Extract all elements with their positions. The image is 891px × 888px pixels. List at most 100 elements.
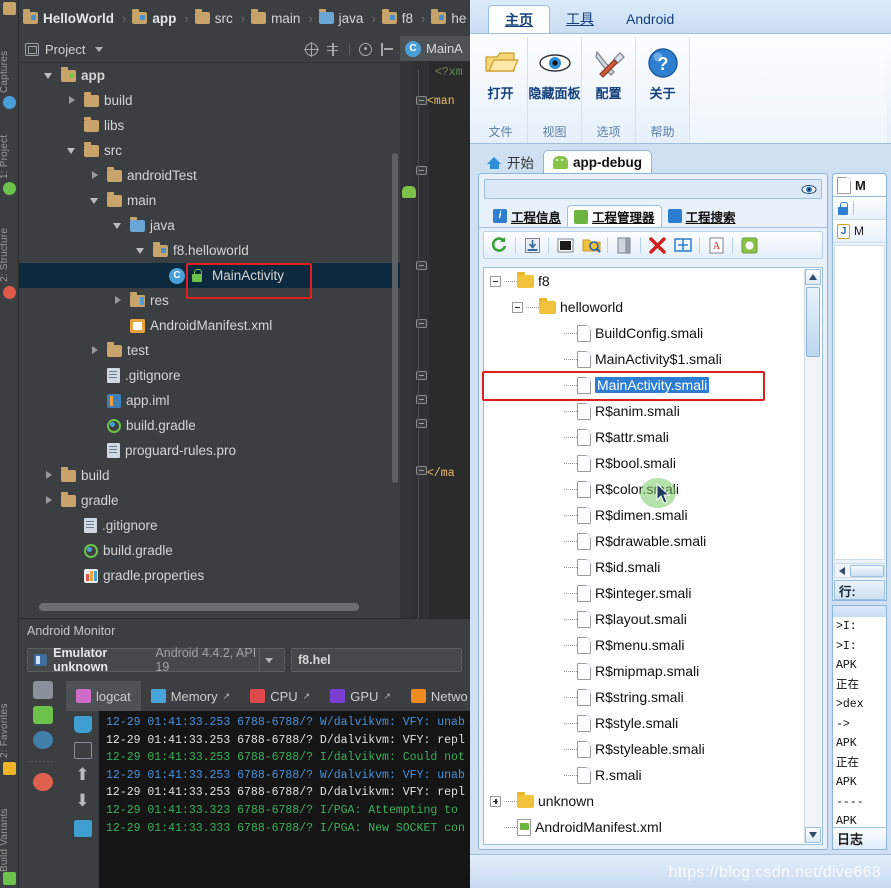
terminate-icon[interactable]: [32, 773, 53, 791]
tree-row-main[interactable]: main: [19, 188, 400, 213]
chevron-down-icon[interactable]: [44, 70, 55, 81]
tree-row-build[interactable]: build: [19, 88, 400, 113]
tree-row-androidmanifest[interactable]: AndroidManifest.xml: [19, 313, 400, 338]
find-folder-icon[interactable]: [580, 235, 602, 256]
chevron-down-icon[interactable]: [90, 195, 101, 206]
breadcrumb-item-src[interactable]: src ›: [194, 9, 251, 26]
ribbon-button-config[interactable]: 配置 选项: [582, 37, 636, 143]
tree-row-res[interactable]: res: [19, 288, 400, 313]
logcat-output[interactable]: 12-29 01:41:33.253 6788-6788/? W/dalvikv…: [99, 711, 470, 888]
rail-item-favorites[interactable]: 2: Favorites: [0, 686, 18, 758]
layout-inspector-icon[interactable]: [32, 731, 53, 749]
target-icon[interactable]: [304, 41, 319, 57]
tree-row-build-gradle-root[interactable]: build.gradle: [19, 538, 400, 563]
tree-row-f8-helloworld[interactable]: f8.helloworld: [19, 238, 400, 263]
detach-icon[interactable]: ↗: [303, 691, 311, 702]
collapse-expander-icon[interactable]: [490, 275, 501, 287]
tab-gpu[interactable]: GPU ↗: [320, 681, 401, 711]
tree-node-r-layout[interactable]: R$layout.smali: [484, 606, 822, 632]
tree-node-r-anim[interactable]: R$anim.smali: [484, 398, 822, 424]
chevron-right-icon[interactable]: [113, 295, 124, 306]
breadcrumb-item-helloworld-pkg[interactable]: he: [431, 9, 466, 26]
tree-row-app[interactable]: app: [19, 63, 400, 88]
project-tree[interactable]: app build libs src androidTest main java…: [19, 63, 400, 615]
lock-icon[interactable]: [837, 201, 849, 215]
text-file-icon[interactable]: A: [705, 235, 727, 256]
tree-node-r[interactable]: R.smali: [484, 762, 822, 788]
smali-file-tree[interactable]: f8 helloworld BuildConfig.smali MainActi…: [483, 267, 823, 845]
tree-node-unknown[interactable]: unknown: [484, 788, 822, 814]
chevron-right-icon[interactable]: [44, 495, 55, 506]
hscroll-thumb[interactable]: [850, 564, 884, 577]
screenshot-icon[interactable]: [32, 681, 53, 699]
export-icon[interactable]: [521, 235, 543, 256]
hide-panel-icon[interactable]: [381, 42, 394, 56]
document-tab-app-debug[interactable]: app-debug: [543, 150, 652, 174]
rail-item-captures[interactable]: Captures: [0, 25, 18, 93]
eye-icon[interactable]: [801, 183, 817, 196]
archive-icon[interactable]: [613, 235, 635, 256]
scroll-thumb[interactable]: [806, 287, 820, 357]
tree-node-r-styleable[interactable]: R$styleable.smali: [484, 736, 822, 762]
right-editor-content[interactable]: [834, 245, 885, 560]
refresh-icon[interactable]: [488, 235, 510, 256]
detach-icon[interactable]: ↗: [383, 691, 391, 702]
tree-row-test[interactable]: test: [19, 338, 400, 363]
android-build-icon[interactable]: [738, 235, 760, 256]
screen-record-icon[interactable]: [32, 706, 53, 724]
tree-vertical-scrollbar[interactable]: [804, 269, 821, 843]
tree-row-libs[interactable]: libs: [19, 113, 400, 138]
tree-node-r-integer[interactable]: R$integer.smali: [484, 580, 822, 606]
breadcrumb-item-f8[interactable]: f8 ›: [381, 9, 432, 26]
collapse-expander-icon[interactable]: [512, 301, 523, 313]
ribbon-tab-home[interactable]: 主页: [488, 5, 550, 33]
tree-node-mainactivity[interactable]: MainActivity.smali: [484, 372, 822, 398]
tree-node-r-bool[interactable]: R$bool.smali: [484, 450, 822, 476]
rail-item-build-variants[interactable]: Build Variants: [0, 780, 18, 872]
editor-code[interactable]: <?xm <man </ma: [427, 61, 470, 618]
tree-row-gitignore-app[interactable]: .gitignore: [19, 363, 400, 388]
tree-node-r-menu[interactable]: R$menu.smali: [484, 632, 822, 658]
tree-row-build-gradle-app[interactable]: build.gradle: [19, 413, 400, 438]
breadcrumb-item-main[interactable]: main ›: [251, 9, 319, 26]
document-tab-start[interactable]: 开始: [478, 150, 543, 174]
chevron-down-icon[interactable]: [258, 648, 278, 672]
tree-horizontal-scrollbar[interactable]: [39, 603, 359, 611]
console-icon[interactable]: [554, 235, 576, 256]
tab-logcat[interactable]: logcat: [66, 681, 141, 711]
ribbon-button-hide-panel[interactable]: 隐藏面板 视图: [528, 37, 582, 143]
tree-row-src[interactable]: src: [19, 138, 400, 163]
tree-node-f8[interactable]: f8: [484, 268, 822, 294]
tab-memory[interactable]: Memory ↗: [141, 681, 241, 711]
ribbon-button-open[interactable]: 打开 文件: [474, 37, 528, 143]
chevron-right-icon[interactable]: [90, 345, 101, 356]
tree-node-r-id[interactable]: R$id.smali: [484, 554, 822, 580]
chevron-right-icon[interactable]: [67, 95, 78, 106]
tree-row-app-iml[interactable]: app.iml: [19, 388, 400, 413]
ribbon-tab-android[interactable]: Android: [610, 5, 690, 33]
editor-fold-strip[interactable]: [413, 61, 429, 618]
device-selector[interactable]: Emulator unknown Android 4.4.2, API 19: [27, 646, 285, 674]
ribbon-button-about[interactable]: ? 关于 帮助: [636, 37, 690, 143]
middle-icon[interactable]: [672, 235, 694, 256]
down-arrow-icon[interactable]: ⬇: [74, 792, 92, 811]
tree-row-gradle-properties[interactable]: gradle.properties: [19, 563, 400, 588]
right-editor-tab[interactable]: M: [832, 173, 887, 197]
scroll-down-button[interactable]: [805, 827, 821, 843]
editor-tab-mainactivity[interactable]: C MainA: [400, 36, 470, 61]
sub-tab-project-info[interactable]: i 工程信息: [487, 205, 567, 227]
tree-node-mainactivity1[interactable]: MainActivity$1.smali: [484, 346, 822, 372]
delete-icon[interactable]: [646, 235, 668, 256]
sub-tab-project-search[interactable]: 工程搜索: [662, 205, 742, 227]
scroll-up-button[interactable]: [805, 269, 821, 285]
chevron-right-icon[interactable]: [90, 170, 101, 181]
log-tab[interactable]: 日志: [833, 827, 886, 849]
more-icon[interactable]: ······: [31, 756, 55, 766]
chevron-down-icon[interactable]: [95, 46, 104, 52]
rail-item-project[interactable]: 1: Project: [0, 113, 18, 179]
breadcrumb-item-helloworld[interactable]: HelloWorld ›: [23, 9, 132, 26]
scroll-end-icon[interactable]: [73, 742, 92, 759]
rail-item-structure[interactable]: 2: Structure: [0, 200, 18, 282]
tree-node-apktool-yml[interactable]: apktool.yml: [484, 840, 822, 844]
ribbon-tab-tools[interactable]: 工具: [550, 5, 610, 33]
